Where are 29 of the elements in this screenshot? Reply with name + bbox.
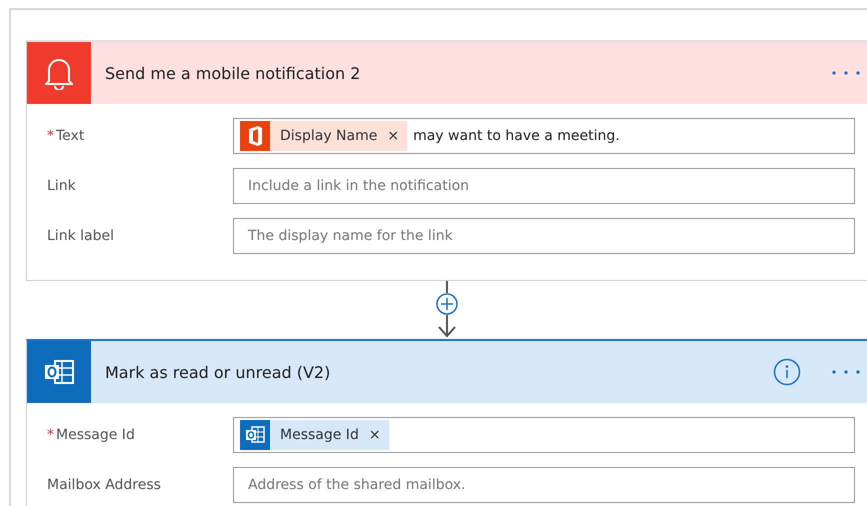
info-icon[interactable] xyxy=(773,358,801,386)
more-icon[interactable] xyxy=(831,369,861,375)
field-label: *Text xyxy=(47,128,86,144)
input-field[interactable]: Message Id × xyxy=(233,417,855,453)
dynamic-content-token[interactable]: Message Id × xyxy=(240,420,389,450)
bell-icon xyxy=(45,56,73,90)
office-icon xyxy=(240,121,270,151)
card-header[interactable]: Send me a mobile notification 2 xyxy=(27,42,867,104)
remove-icon[interactable]: × xyxy=(368,427,381,443)
field-placeholder: Include a link in the notification xyxy=(248,178,470,194)
field-label: Mailbox Address xyxy=(47,477,162,493)
more-icon[interactable] xyxy=(831,70,861,76)
dynamic-content-token[interactable]: Display Name × xyxy=(240,121,408,151)
field-placeholder: The display name for the link xyxy=(248,228,453,244)
input-field[interactable]: Include a link in the notification xyxy=(233,168,855,204)
field-label: *Message Id xyxy=(47,427,136,443)
input-field[interactable]: Address of the shared mailbox. xyxy=(233,467,855,503)
envelope-grid-icon xyxy=(240,420,270,450)
field-label: Link label xyxy=(47,228,115,244)
card-title: Mark as read or unread (V2) xyxy=(105,362,332,382)
card-title: Send me a mobile notification 2 xyxy=(105,64,362,82)
card-header[interactable]: Mark as read or unread (V2) xyxy=(27,341,867,403)
field-value: may want to have a meeting. xyxy=(413,128,620,144)
add-step-connector-drawing[interactable] xyxy=(434,281,458,339)
remove-icon[interactable]: × xyxy=(387,128,400,144)
field-placeholder: Address of the shared mailbox. xyxy=(248,477,466,493)
input-field[interactable]: The display name for the link xyxy=(233,218,855,254)
input-field[interactable]: Display Name × may want to have a meeting. xyxy=(233,118,855,154)
field-label: Link xyxy=(47,178,77,194)
